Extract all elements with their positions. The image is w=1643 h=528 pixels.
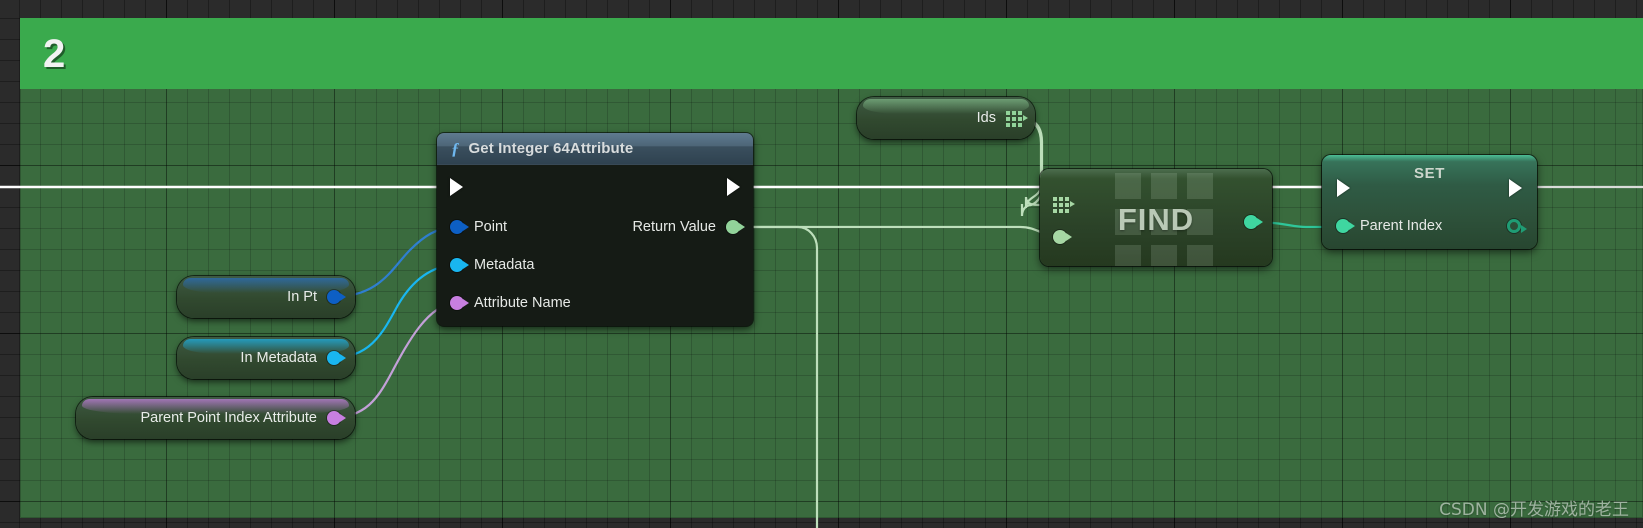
- set-input-parent-index[interactable]: Parent Index: [1336, 216, 1442, 236]
- exec-in-pin[interactable]: [450, 178, 463, 196]
- node-variable-ids[interactable]: Ids: [857, 97, 1035, 139]
- attribute-name-pin[interactable]: [450, 296, 469, 310]
- variable-label-in-pt: In Pt: [287, 289, 317, 305]
- output-label-return-value: Return Value: [632, 219, 716, 235]
- function-node-title: Get Integer 64Attribute: [468, 140, 634, 157]
- node-set-parent-index[interactable]: SET Parent Index: [1322, 155, 1537, 249]
- node-find[interactable]: FIND: [1040, 169, 1272, 266]
- find-output-pin[interactable]: [1244, 215, 1263, 229]
- function-node-header[interactable]: ƒ Get Integer 64Attribute: [437, 133, 753, 165]
- variable-label-parent-point-index-attribute: Parent Point Index Attribute: [140, 410, 317, 426]
- set-exec-out-row[interactable]: [1509, 178, 1522, 198]
- return-value-pin[interactable]: [726, 220, 745, 234]
- comment-box[interactable]: 2: [20, 18, 1643, 518]
- set-exec-out-pin[interactable]: [1509, 179, 1522, 197]
- input-label-metadata: Metadata: [474, 257, 535, 273]
- ids-array-output-pin[interactable]: [1006, 110, 1028, 127]
- blueprint-canvas[interactable]: 2 ƒ Get Integer 64Attribute Point Return…: [0, 0, 1643, 528]
- variable-sheen-in-pt: [183, 278, 349, 293]
- set-exec-in-row[interactable]: [1337, 178, 1350, 198]
- node-variable-parent-point-index-attribute[interactable]: Parent Point Index Attribute: [76, 397, 355, 439]
- input-pin-attribute-name[interactable]: Attribute Name: [450, 293, 571, 313]
- parent-index-input-pin[interactable]: [1336, 219, 1355, 233]
- comment-header[interactable]: 2: [20, 18, 1643, 89]
- metadata-pin[interactable]: [450, 258, 469, 272]
- variable-label-in-metadata: In Metadata: [240, 350, 317, 366]
- output-pin-return-value[interactable]: Return Value: [632, 217, 745, 237]
- input-pin-metadata[interactable]: Metadata: [450, 255, 534, 275]
- in-pt-output-pin[interactable]: [327, 290, 346, 304]
- variable-sheen-ids: [863, 99, 1029, 114]
- exec-out-pin[interactable]: [727, 178, 740, 196]
- node-variable-in-pt[interactable]: In Pt: [177, 276, 355, 318]
- variable-label-ids: Ids: [976, 110, 996, 126]
- node-variable-in-metadata[interactable]: In Metadata: [177, 337, 355, 379]
- function-f-icon: ƒ: [451, 139, 460, 158]
- set-exec-in-pin[interactable]: [1337, 179, 1350, 197]
- point-pin[interactable]: [450, 220, 469, 234]
- set-input-label-parent-index: Parent Index: [1360, 218, 1443, 234]
- in-metadata-output-pin[interactable]: [327, 351, 346, 365]
- set-output-row[interactable]: [1507, 216, 1527, 236]
- comment-title: 2: [43, 31, 66, 76]
- parent-point-index-attribute-output-pin[interactable]: [327, 411, 346, 425]
- csdn-watermark: CSDN @开发游戏的老王: [1439, 500, 1629, 520]
- node-get-integer-64-attribute[interactable]: ƒ Get Integer 64Attribute Point Return V…: [437, 133, 753, 326]
- input-label-point: Point: [474, 219, 508, 235]
- input-pin-point[interactable]: Point: [450, 217, 507, 237]
- exec-out-pin-row[interactable]: [727, 177, 740, 197]
- input-label-attribute-name: Attribute Name: [474, 295, 571, 311]
- exec-in-pin-row[interactable]: [450, 177, 463, 197]
- set-node-title: SET: [1414, 165, 1445, 182]
- find-node-label: FIND: [1117, 202, 1195, 237]
- set-output-pin[interactable]: [1507, 219, 1527, 233]
